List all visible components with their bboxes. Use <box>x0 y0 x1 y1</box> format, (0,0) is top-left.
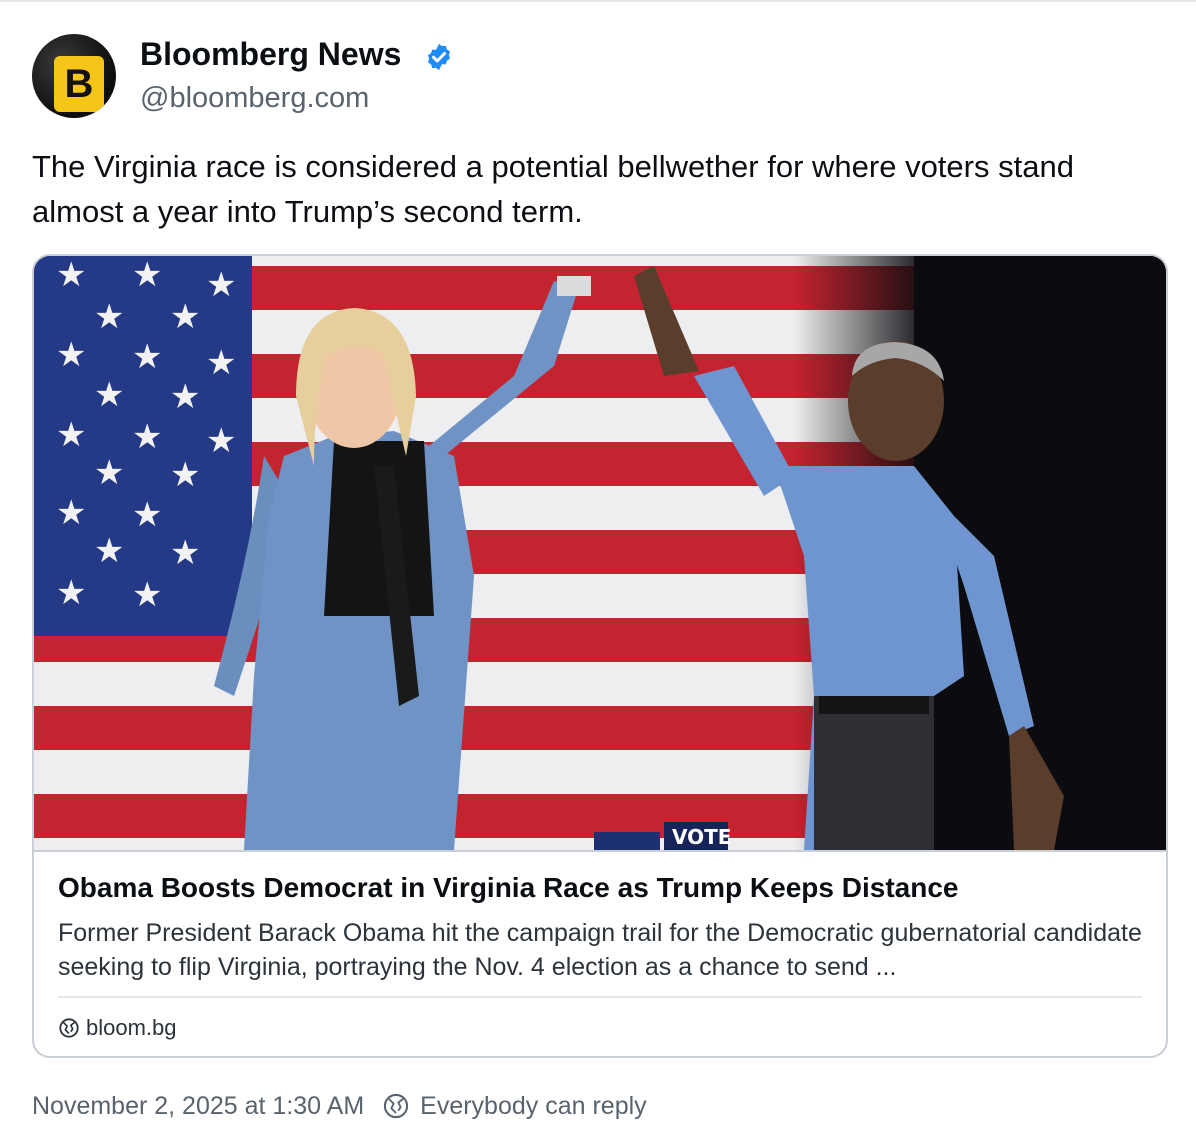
verified-badge-icon <box>428 43 450 71</box>
svg-text:★: ★ <box>132 575 162 615</box>
svg-text:★: ★ <box>132 417 162 457</box>
globe-icon <box>59 1018 79 1038</box>
svg-text:★: ★ <box>56 256 86 295</box>
link-card-separator <box>58 996 1142 998</box>
link-card-domain: bloom.bg <box>86 1015 177 1040</box>
post-header: B Bloomberg News @bloomberg.com <box>32 34 1152 118</box>
link-card[interactable]: ★ ★ ★ ★ ★ ★ ★ ★ ★ ★ ★ ★ ★ ★ ★ ★ ★ ★ ★ ★ ★ <box>32 254 1168 1058</box>
svg-text:★: ★ <box>56 493 86 533</box>
svg-text:★: ★ <box>132 495 162 535</box>
link-card-image[interactable]: ★ ★ ★ ★ ★ ★ ★ ★ ★ ★ ★ ★ ★ ★ ★ ★ ★ ★ ★ ★ ★ <box>34 256 1166 850</box>
handle[interactable]: @bloomberg.com <box>140 82 369 115</box>
bloomberg-logo: B <box>54 56 104 112</box>
post-timestamp[interactable]: November 2, 2025 at 1:30 AM <box>32 1092 364 1121</box>
avatar[interactable]: B <box>32 34 116 118</box>
reply-settings[interactable]: Everybody can reply <box>382 1092 647 1121</box>
globe-icon <box>384 1093 409 1119</box>
top-divider <box>0 0 1196 2</box>
svg-text:★: ★ <box>132 337 162 377</box>
svg-text:★: ★ <box>94 531 124 571</box>
svg-text:★: ★ <box>206 421 236 461</box>
svg-text:★: ★ <box>132 256 162 295</box>
svg-text:★: ★ <box>94 375 124 415</box>
post-footer: November 2, 2025 at 1:30 AM Everybody ca… <box>32 1088 647 1124</box>
svg-text:★: ★ <box>170 533 200 573</box>
rally-photo: ★ ★ ★ ★ ★ ★ ★ ★ ★ ★ ★ ★ ★ ★ ★ ★ ★ ★ ★ ★ ★ <box>34 256 1166 850</box>
svg-text:★: ★ <box>94 453 124 493</box>
link-card-source[interactable]: bloom.bg <box>58 1013 177 1043</box>
svg-text:★: ★ <box>94 297 124 337</box>
display-name[interactable]: Bloomberg News <box>140 36 401 73</box>
svg-text:★: ★ <box>56 573 86 613</box>
post-text: The Virginia race is considered a potent… <box>32 149 1074 229</box>
svg-text:★: ★ <box>206 343 236 383</box>
svg-text:VOTE: VOTE <box>672 825 731 849</box>
svg-text:★: ★ <box>170 297 200 337</box>
reply-setting-label: Everybody can reply <box>420 1091 647 1120</box>
svg-text:★: ★ <box>170 377 200 417</box>
card-image-divider <box>34 850 1166 852</box>
svg-text:★: ★ <box>56 415 86 455</box>
link-card-description: Former President Barack Obama hit the ca… <box>58 919 1142 981</box>
svg-text:★: ★ <box>206 265 236 305</box>
link-card-title[interactable]: Obama Boosts Democrat in Virginia Race a… <box>58 872 1148 904</box>
svg-text:★: ★ <box>170 455 200 495</box>
svg-text:★: ★ <box>56 335 86 375</box>
